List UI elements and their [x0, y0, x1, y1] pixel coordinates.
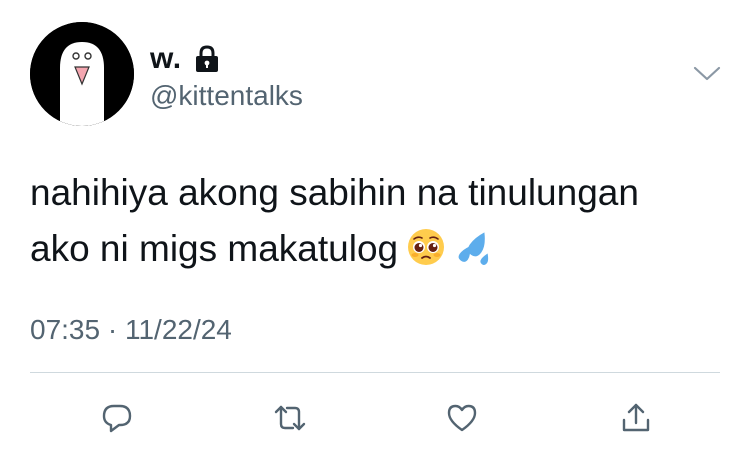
- tweet-time[interactable]: 07:35: [30, 314, 100, 345]
- tweet-text-line-2: ako ni migs makatulog: [30, 221, 720, 277]
- tweet-text-line: ako ni migs makatulog: [30, 228, 399, 269]
- tweet-text-line: nahihiya akong sabihin na tinulungan: [30, 172, 639, 213]
- tweet-text: nahihiya akong sabihin na tinulungan ako…: [30, 165, 720, 277]
- tweet-meta: 07:35 · 11/22/24: [30, 313, 232, 347]
- share-icon: [622, 403, 650, 432]
- sweat-droplets-emoji: [454, 227, 494, 267]
- ghost-avatar-icon: [30, 22, 134, 126]
- divider: [30, 372, 720, 373]
- display-name-row: w.: [150, 42, 220, 76]
- reply-button[interactable]: [95, 396, 139, 440]
- lock-icon: [194, 45, 220, 73]
- tweet: w. @kittentalks nahihiya akong sabihin n…: [0, 0, 750, 461]
- heart-icon: [447, 404, 477, 432]
- share-button[interactable]: [614, 396, 658, 440]
- retweet-button[interactable]: [268, 396, 312, 440]
- tweet-date[interactable]: 11/22/24: [125, 314, 232, 345]
- action-bar: [0, 396, 750, 440]
- avatar[interactable]: [30, 22, 134, 126]
- display-name[interactable]: w.: [150, 42, 182, 76]
- reply-icon: [102, 404, 132, 433]
- meta-separator: ·: [107, 314, 118, 345]
- like-button[interactable]: [440, 396, 484, 440]
- chevron-down-icon[interactable]: [692, 62, 722, 86]
- retweet-icon: [274, 405, 306, 431]
- handle[interactable]: @kittentalks: [150, 80, 303, 112]
- pleading-face-emoji: [406, 227, 446, 267]
